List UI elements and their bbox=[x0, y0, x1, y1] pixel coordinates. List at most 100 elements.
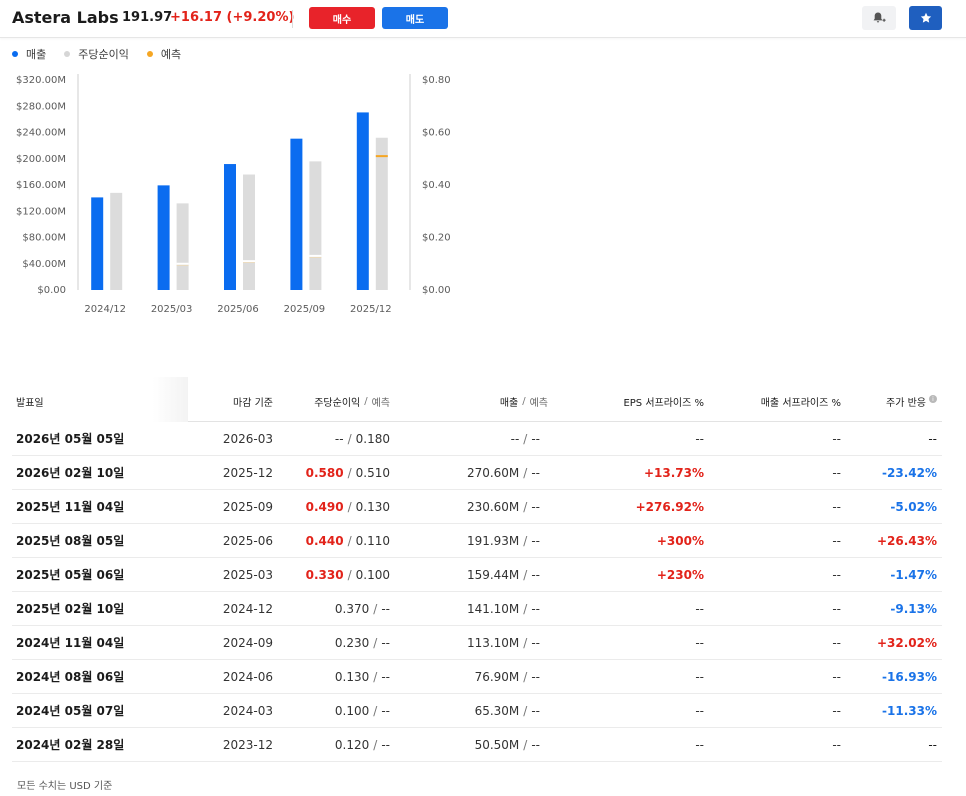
table-row[interactable]: 2025년 05월 06일 2025-03 0.330/0.100 159.44M / -… bbox=[12, 558, 942, 592]
row-price-reaction: -16.93% bbox=[882, 669, 937, 684]
row-revenue-actual: 65.30M bbox=[474, 703, 520, 718]
revenue-bar bbox=[224, 164, 236, 290]
sell-button[interactable]: 매도 bbox=[382, 7, 448, 29]
row-eps-actual: 0.370 bbox=[334, 601, 370, 616]
row-revenue-forecast: -- bbox=[531, 601, 540, 616]
row-eps-forecast: -- bbox=[381, 737, 390, 752]
header-eps-surprise: EPS 서프라이즈 % bbox=[623, 397, 704, 409]
table-row[interactable]: 2026년 02월 10일 2025-12 0.580/0.510 270.60M / -… bbox=[12, 456, 942, 490]
row-revenue-forecast: -- bbox=[531, 635, 540, 650]
row-eps-actual: 0.330 bbox=[305, 567, 344, 582]
row-period: 2024-09 bbox=[222, 635, 273, 650]
legend-eps-dot bbox=[64, 51, 71, 57]
y-left-tick-label: $0.00 bbox=[37, 285, 66, 296]
row-eps-actual: 0.230 bbox=[334, 635, 370, 650]
row-rev-surprise: -- bbox=[832, 499, 841, 514]
header-revenue-forecast: 예측 bbox=[529, 397, 548, 409]
row-revenue: 159.44M / -- bbox=[467, 558, 540, 591]
chart-legend: 매출 주당순이익 예측 bbox=[12, 46, 181, 62]
add-alert-button[interactable] bbox=[862, 6, 896, 30]
row-revenue: 191.93M / -- bbox=[467, 524, 540, 557]
row-eps-actual: 0.100 bbox=[334, 703, 370, 718]
y-left-tick-label: $160.00M bbox=[16, 180, 66, 191]
row-eps-forecast: -- bbox=[381, 669, 390, 684]
row-eps-sep: / bbox=[373, 703, 378, 718]
info-icon[interactable]: i bbox=[929, 395, 937, 403]
eps-bar bbox=[243, 174, 255, 290]
row-eps-sep: / bbox=[347, 499, 352, 514]
row-price-reaction: -- bbox=[928, 737, 937, 752]
row-revenue-forecast: -- bbox=[531, 465, 540, 480]
x-tick-label: 2024/12 bbox=[84, 304, 126, 315]
row-revenue-forecast: -- bbox=[531, 431, 540, 446]
row-rev-surprise: -- bbox=[832, 431, 841, 446]
row-eps-sep: / bbox=[347, 465, 352, 480]
row-rev-surprise: -- bbox=[832, 533, 841, 548]
row-revenue-forecast: -- bbox=[531, 533, 540, 548]
row-revenue-actual: 50.50M bbox=[474, 737, 520, 752]
header-divider bbox=[292, 10, 293, 28]
buy-button[interactable]: 매수 bbox=[309, 7, 375, 29]
y-right-tick-label: $0.80 bbox=[422, 75, 451, 86]
row-revenue-actual: 191.93M bbox=[466, 533, 520, 548]
row-rev-surprise: -- bbox=[832, 465, 841, 480]
row-rev-surprise: -- bbox=[832, 703, 841, 718]
watchlist-star-button[interactable] bbox=[909, 6, 942, 30]
table-row[interactable]: 2025년 11월 04일 2025-09 0.490/0.130 230.60M / -… bbox=[12, 490, 942, 524]
row-eps-surprise: -- bbox=[695, 703, 704, 718]
table-header-row: 발표일 마감 기준 주당순이익 / 예측 매출 / 예측 EPS 서프라이즈 %… bbox=[12, 377, 942, 422]
table-row[interactable]: 2025년 08월 05일 2025-06 0.440/0.110 191.93M / -… bbox=[12, 524, 942, 558]
table-row[interactable]: 2024년 08월 06일 2024-06 0.130/-- 76.90M / -- -- -… bbox=[12, 660, 942, 694]
row-eps-surprise: -- bbox=[695, 431, 704, 446]
row-date: 2024년 05월 07일 bbox=[16, 704, 125, 718]
price-change: +16.17 (+9.20%) bbox=[170, 10, 295, 25]
header-period: 마감 기준 bbox=[233, 397, 273, 409]
row-revenue-actual: 76.90M bbox=[474, 669, 520, 684]
legend-revenue: 매출 bbox=[12, 46, 46, 62]
row-eps: 0.580/0.510 bbox=[306, 456, 390, 489]
row-eps-forecast: 0.110 bbox=[355, 533, 390, 548]
eps-bar bbox=[309, 161, 322, 290]
row-price-reaction: -23.42% bbox=[882, 465, 937, 480]
header-reaction-label: 주가 반응 bbox=[886, 397, 926, 409]
revenue-bar bbox=[157, 185, 170, 290]
header-eps-forecast: 예측 bbox=[371, 397, 390, 409]
row-date: 2024년 02월 28일 bbox=[16, 738, 125, 752]
stock-header: Astera Labs 191.97 +16.17 (+9.20%) 매수 매도 bbox=[0, 0, 966, 38]
row-rev-surprise: -- bbox=[832, 601, 841, 616]
row-revenue-forecast: -- bbox=[531, 669, 540, 684]
row-eps: 0.130/-- bbox=[335, 660, 390, 693]
table-row[interactable]: 2025년 02월 10일 2024-12 0.370/-- 141.10M / -- --… bbox=[12, 592, 942, 626]
y-right-tick-label: $0.00 bbox=[422, 285, 451, 296]
table-row[interactable]: 2024년 05월 07일 2024-03 0.100/-- 65.30M / -- -- -… bbox=[12, 694, 942, 728]
earnings-table: 발표일 마감 기준 주당순이익 / 예측 매출 / 예측 EPS 서프라이즈 %… bbox=[12, 377, 942, 762]
revenue-bar bbox=[290, 138, 303, 290]
table-body: 2026년 05월 05일 2026-03 --/0.180 -- / -- -- -- -- 2… bbox=[12, 422, 942, 762]
row-eps-surprise: -- bbox=[695, 601, 704, 616]
table-row[interactable]: 2024년 02월 28일 2023-12 0.120/-- 50.50M / -- -- -… bbox=[12, 728, 942, 762]
row-period: 2025-06 bbox=[222, 533, 273, 548]
row-eps-surprise: -- bbox=[695, 669, 704, 684]
row-eps-surprise: +13.73% bbox=[643, 465, 704, 480]
row-revenue-sep: / bbox=[523, 601, 528, 616]
row-revenue-sep: / bbox=[523, 635, 528, 650]
table-row[interactable]: 2024년 11월 04일 2024-09 0.230/-- 113.10M / -- --… bbox=[12, 626, 942, 660]
row-eps-surprise: -- bbox=[695, 737, 704, 752]
row-eps-forecast: 0.130 bbox=[355, 499, 390, 514]
row-eps-surprise: +300% bbox=[656, 533, 704, 548]
row-rev-surprise: -- bbox=[832, 567, 841, 582]
legend-forecast: 예측 bbox=[146, 46, 181, 62]
table-row[interactable]: 2026년 05월 05일 2026-03 --/0.180 -- / -- -- -- -- bbox=[12, 422, 942, 456]
row-date: 2025년 05월 06일 bbox=[16, 568, 125, 582]
star-icon bbox=[920, 12, 931, 23]
y-right-tick-label: $0.40 bbox=[422, 180, 451, 191]
row-eps: 0.120/-- bbox=[335, 728, 390, 761]
row-revenue-actual: 113.10M bbox=[466, 635, 520, 650]
row-revenue: 270.60M / -- bbox=[467, 456, 540, 489]
row-eps-forecast: -- bbox=[381, 601, 390, 616]
row-revenue-sep: / bbox=[523, 431, 528, 446]
row-eps: 0.440/0.110 bbox=[306, 524, 390, 557]
row-revenue: 113.10M / -- bbox=[467, 626, 540, 659]
eps-bar bbox=[375, 137, 388, 290]
eps-bar bbox=[110, 192, 123, 290]
